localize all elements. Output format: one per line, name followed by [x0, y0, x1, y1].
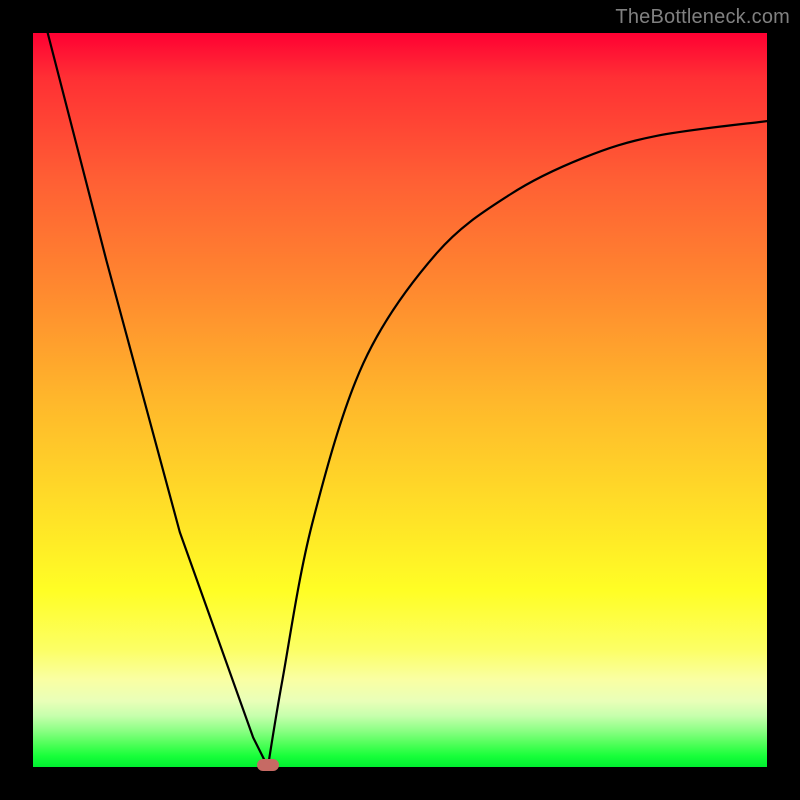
plot-area [33, 33, 767, 767]
watermark-text: TheBottleneck.com [615, 6, 790, 29]
data-curve [48, 33, 767, 767]
curve-svg [33, 33, 767, 767]
minimum-marker [257, 759, 279, 771]
chart-frame: TheBottleneck.com [0, 0, 800, 800]
